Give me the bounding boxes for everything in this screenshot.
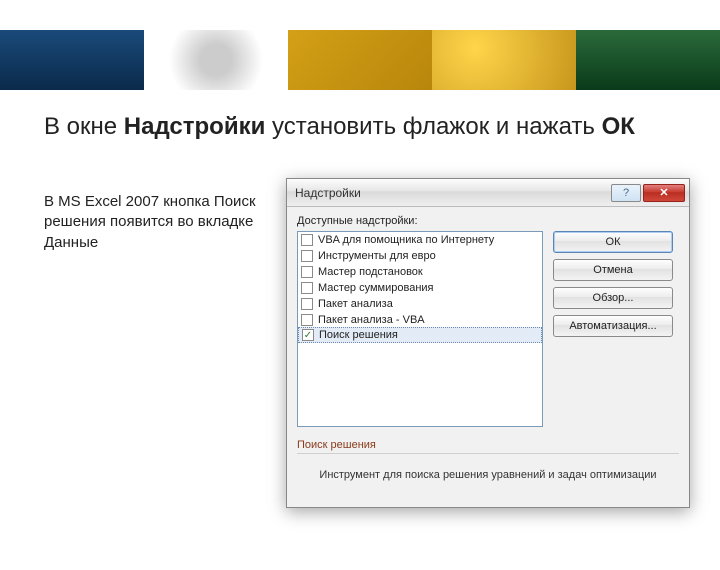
addin-item[interactable]: Пакет анализа [298, 296, 542, 312]
addin-item[interactable]: Пакет анализа - VBA [298, 312, 542, 328]
addin-label: Мастер подстановок [318, 266, 423, 278]
addin-checkbox[interactable] [301, 250, 313, 262]
addin-label: Пакет анализа [318, 298, 393, 310]
addin-checkbox[interactable] [301, 282, 313, 294]
addin-checkbox[interactable] [301, 314, 313, 326]
addin-item[interactable]: Мастер подстановок [298, 264, 542, 280]
cancel-button[interactable]: Отмена [553, 259, 673, 281]
addins-dialog: Надстройки ? ✕ Доступные надстройки: VBA… [286, 178, 690, 508]
addin-checkbox[interactable] [301, 234, 313, 246]
slide-heading: В окне Надстройки установить флажок и на… [44, 112, 686, 142]
addin-item[interactable]: Мастер суммирования [298, 280, 542, 296]
available-addins-label: Доступные надстройки: [297, 215, 679, 227]
browse-button[interactable]: Обзор... [553, 287, 673, 309]
ok-button[interactable]: ОК [553, 231, 673, 253]
dialog-titlebar[interactable]: Надстройки ? ✕ [287, 179, 689, 207]
addin-item[interactable]: VBA для помощника по Интернету [298, 232, 542, 248]
addin-checkbox[interactable]: ✓ [302, 329, 314, 341]
addins-listbox[interactable]: VBA для помощника по Интернету Инструмент… [297, 231, 543, 427]
addin-item[interactable]: Инструменты для евро [298, 248, 542, 264]
addin-checkbox[interactable] [301, 298, 313, 310]
slide-subtext: В MS Excel 2007 кнопка Поиск решения поя… [44, 192, 264, 253]
automation-button[interactable]: Автоматизация... [553, 315, 673, 337]
addin-label: Пакет анализа - VBA [318, 314, 425, 326]
addin-label: Поиск решения [319, 329, 398, 341]
close-button[interactable]: ✕ [643, 184, 685, 202]
addin-label: Мастер суммирования [318, 282, 434, 294]
addin-label: VBA для помощника по Интернету [318, 234, 494, 246]
addin-checkbox[interactable] [301, 266, 313, 278]
addin-description: Инструмент для поиска решения уравнений … [297, 462, 679, 497]
dialog-title: Надстройки [295, 186, 609, 200]
decorative-banner [0, 30, 720, 90]
addin-item[interactable]: ✓ Поиск решения [298, 327, 542, 343]
addin-label: Инструменты для евро [318, 250, 436, 262]
section-title: Поиск решения [297, 439, 679, 451]
help-button[interactable]: ? [611, 184, 641, 202]
divider [297, 453, 679, 454]
